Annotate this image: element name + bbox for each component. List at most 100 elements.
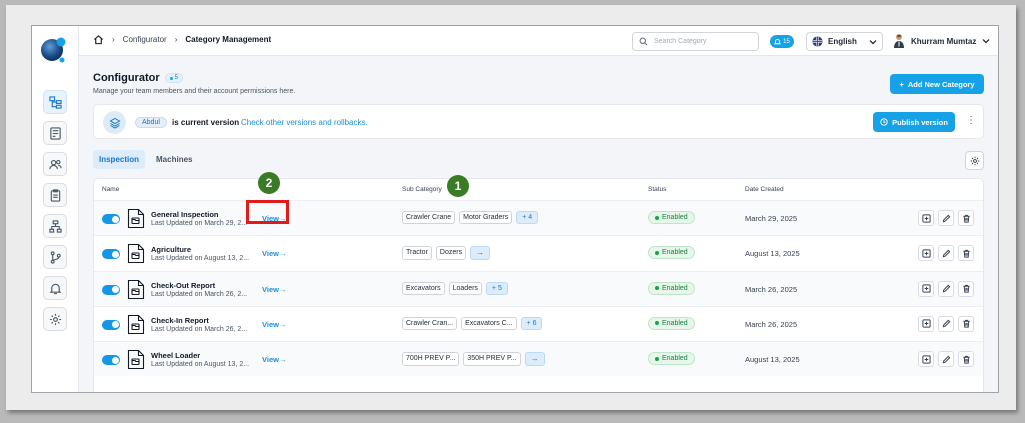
clipboard-icon xyxy=(50,188,60,202)
sub-category-chip: Motor Graders xyxy=(459,211,513,224)
search-icon xyxy=(639,37,648,46)
publish-label: Publish version xyxy=(892,117,948,127)
notification-button[interactable]: 15 xyxy=(770,35,794,48)
duplicate-button[interactable] xyxy=(918,315,934,332)
enable-toggle[interactable] xyxy=(102,355,120,366)
tabs: Inspection Machines xyxy=(93,150,198,169)
main-content: Configurator 5 Manage your team members … xyxy=(79,56,998,392)
add-new-category-button[interactable]: + Add New Category xyxy=(890,74,984,94)
language-select[interactable]: English xyxy=(806,32,883,51)
delete-button[interactable] xyxy=(958,280,974,297)
sidebar-item-workflow[interactable] xyxy=(43,245,67,269)
sub-category-chips: Crawler Cran... Excavators C... + 6 xyxy=(402,316,543,330)
delete-icon xyxy=(962,355,971,364)
row-actions xyxy=(918,315,974,332)
sidebar-item-categories[interactable] xyxy=(43,90,67,114)
sidebar-item-alerts[interactable] xyxy=(43,276,67,300)
sidebar-item-reports[interactable] xyxy=(43,121,67,145)
edit-button[interactable] xyxy=(938,315,954,332)
more-sub-categories-chip[interactable]: + 5 xyxy=(485,281,508,295)
dot-icon xyxy=(655,250,659,255)
view-link[interactable]: View→ xyxy=(262,320,286,329)
sub-category-chip: Loaders xyxy=(448,281,482,295)
table-row[interactable]: Check-Out Report Last Updated on March 26… xyxy=(94,270,983,306)
table-row[interactable]: General Inspection Last Updated on March … xyxy=(94,200,983,235)
edit-button[interactable] xyxy=(938,245,954,262)
delete-button[interactable] xyxy=(958,245,974,262)
app-logo[interactable] xyxy=(39,35,69,65)
row-actions xyxy=(918,245,974,262)
more-options-icon[interactable]: ⋮ xyxy=(966,115,976,126)
duplicate-button[interactable] xyxy=(918,351,934,368)
file-icon xyxy=(127,208,145,229)
arrow-right-icon: → xyxy=(278,249,287,259)
delete-icon xyxy=(962,214,971,223)
tab-inspection[interactable]: Inspection xyxy=(93,150,146,169)
dot-icon xyxy=(655,286,659,291)
notification-count: 15 xyxy=(783,38,790,45)
sub-category-chip: Dozers xyxy=(435,246,467,261)
sub-category-chip: 350H PREV P... xyxy=(463,352,521,367)
enable-toggle[interactable] xyxy=(102,214,120,224)
duplicate-button[interactable] xyxy=(918,245,934,262)
column-header-name: Name xyxy=(102,186,120,193)
edit-button[interactable] xyxy=(938,280,954,297)
home-icon[interactable] xyxy=(93,34,104,45)
enable-toggle[interactable] xyxy=(102,249,120,260)
search-box[interactable] xyxy=(632,32,759,51)
dot-icon xyxy=(655,356,659,361)
tab-machines[interactable]: Machines xyxy=(150,150,198,169)
version-status-text: is current version xyxy=(172,118,240,127)
duplicate-button[interactable] xyxy=(918,280,934,297)
org-chart-icon xyxy=(48,219,62,233)
uk-flag-icon xyxy=(812,36,823,47)
view-link[interactable]: View→ xyxy=(262,249,286,258)
delete-icon xyxy=(962,319,971,328)
edit-button[interactable] xyxy=(938,351,954,368)
category-name: Check-Out Report xyxy=(151,280,216,290)
last-updated: Last Updated on March 26, 2... xyxy=(151,325,248,333)
sub-category-chip: Crawler Cran... xyxy=(402,316,458,330)
enable-toggle[interactable] xyxy=(102,319,120,330)
duplicate-icon xyxy=(921,213,931,223)
more-sub-categories-chip[interactable]: + 6 xyxy=(520,316,543,330)
page-title-row: Configurator 5 xyxy=(93,72,183,84)
duplicate-button[interactable] xyxy=(918,210,934,226)
edit-button[interactable] xyxy=(938,210,954,226)
arrow-right-icon[interactable]: → xyxy=(470,246,491,261)
table-row[interactable]: Agriculture Last Updated on August 13, 2.… xyxy=(94,235,983,270)
table-row[interactable]: Check-In Report Last Updated on March 26,… xyxy=(94,305,983,341)
enable-toggle[interactable] xyxy=(102,284,120,295)
duplicate-icon xyxy=(921,249,931,258)
dot-icon xyxy=(655,215,659,220)
edit-icon xyxy=(942,355,951,364)
table-row[interactable]: Wheel Loader Last Updated on August 13, 2… xyxy=(94,341,983,377)
arrow-right-icon: → xyxy=(278,319,287,329)
annotation-callout-2: 2 xyxy=(258,172,280,194)
category-name: General Inspection xyxy=(151,210,219,219)
avatar xyxy=(894,34,904,48)
versions-link[interactable]: Check other versions and rollbacks. xyxy=(241,118,368,127)
sidebar-item-settings[interactable] xyxy=(43,307,67,331)
delete-button[interactable] xyxy=(958,351,974,368)
sidebar-item-users[interactable] xyxy=(43,152,67,176)
layers-icon xyxy=(103,111,126,134)
sidebar-item-organization[interactable] xyxy=(43,214,67,238)
breadcrumb-configurator[interactable]: Configurator xyxy=(123,35,167,44)
gear-icon xyxy=(49,313,61,325)
delete-icon xyxy=(962,249,971,258)
delete-button[interactable] xyxy=(958,315,974,332)
add-button-label: Add New Category xyxy=(907,79,975,89)
view-link[interactable]: View→ xyxy=(262,355,286,364)
table-settings-button[interactable] xyxy=(965,151,984,170)
date-created: August 13, 2025 xyxy=(745,249,800,259)
arrow-right-icon[interactable]: → xyxy=(524,352,545,367)
more-sub-categories-chip[interactable]: + 4 xyxy=(516,211,539,224)
delete-button[interactable] xyxy=(958,210,974,226)
user-menu[interactable]: Khurram Mumtaz xyxy=(893,33,990,49)
search-input[interactable] xyxy=(654,38,754,45)
status-label: Enabled xyxy=(662,249,688,257)
publish-version-button[interactable]: Publish version xyxy=(873,112,955,132)
view-link[interactable]: View→ xyxy=(262,285,286,294)
sidebar-item-checklist[interactable] xyxy=(43,183,67,207)
